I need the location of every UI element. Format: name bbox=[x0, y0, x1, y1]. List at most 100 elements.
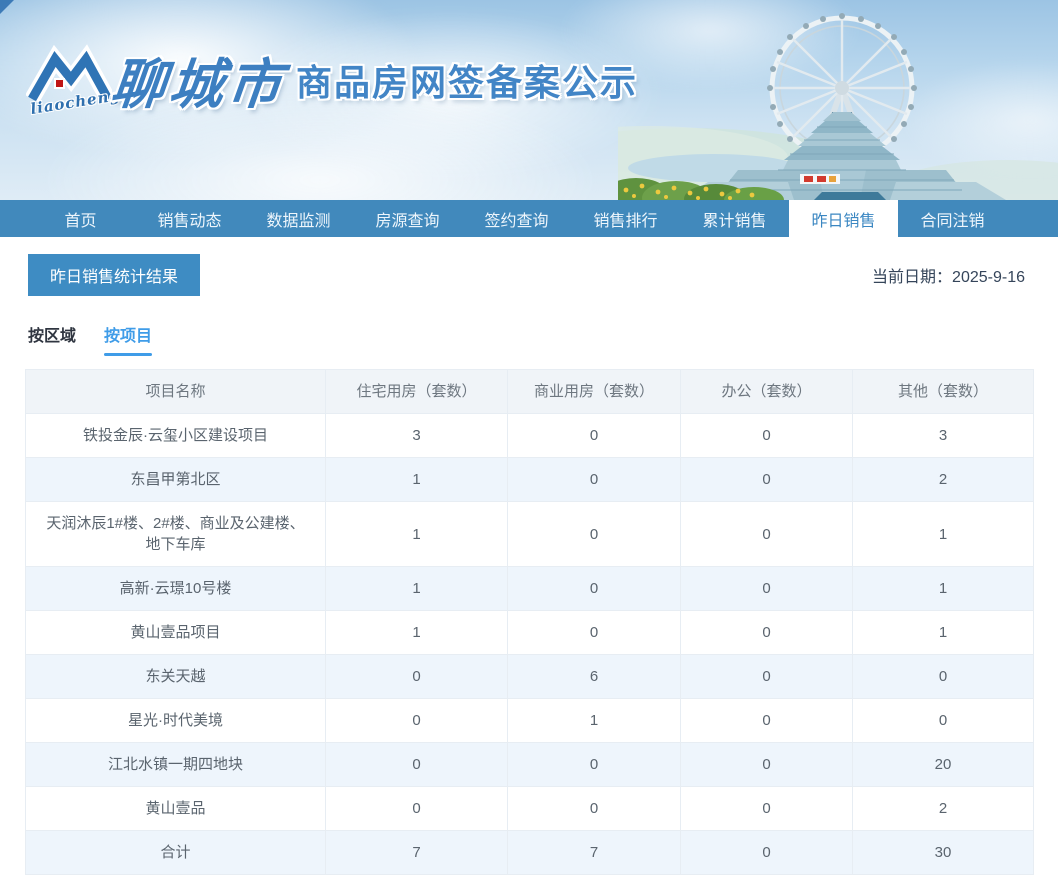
project-name-cell: 铁投金辰·云玺小区建设项目 bbox=[25, 413, 326, 458]
value-cell: 0 bbox=[680, 501, 853, 567]
nav-item-3[interactable]: 房源查询 bbox=[353, 200, 462, 237]
nav-item-1[interactable]: 销售动态 bbox=[135, 200, 244, 237]
value-cell: 0 bbox=[680, 830, 853, 875]
column-header: 住宅用房（套数） bbox=[325, 369, 508, 414]
yesterday-sales-result-button[interactable]: 昨日销售统计结果 bbox=[28, 254, 201, 296]
table-row: 星光·时代美境 0 1 0 0 bbox=[25, 698, 1034, 743]
value-cell: 0 bbox=[507, 742, 681, 787]
table-row: 天润沐辰1#楼、2#楼、商业及公建楼、地下车库 1 0 0 1 bbox=[25, 501, 1034, 567]
table-row: 铁投金辰·云玺小区建设项目 3 0 0 3 bbox=[25, 413, 1034, 458]
value-cell: 0 bbox=[507, 566, 681, 611]
nav-item-0[interactable]: 首页 bbox=[26, 200, 135, 237]
value-cell: 7 bbox=[507, 830, 681, 875]
site-brand: liaocheng 聊城市 商品房网签备案公示 bbox=[25, 40, 639, 119]
value-cell: 0 bbox=[507, 413, 681, 458]
cityscape-illustration bbox=[618, 13, 1058, 200]
value-cell: 3 bbox=[325, 413, 508, 458]
value-cell: 1 bbox=[852, 566, 1034, 611]
value-cell: 0 bbox=[852, 698, 1034, 743]
table-row: 东昌甲第北区 1 0 0 2 bbox=[25, 457, 1034, 502]
nav-item-label: 累计销售 bbox=[702, 212, 767, 230]
column-header: 商业用房（套数） bbox=[507, 369, 681, 414]
project-name-cell: 东昌甲第北区 bbox=[25, 457, 326, 502]
value-cell: 0 bbox=[507, 610, 681, 655]
value-cell: 0 bbox=[325, 654, 508, 699]
value-cell: 30 bbox=[852, 830, 1034, 875]
sales-table: 项目名称 住宅用房（套数） 商业用房（套数） 办公（套数） 其他（套数） 铁投金辰·云玺… bbox=[25, 369, 1034, 875]
value-cell: 1 bbox=[852, 610, 1034, 655]
value-cell: 0 bbox=[680, 457, 853, 502]
tab-by-project[interactable]: 按项目 bbox=[104, 322, 153, 356]
corner-accent bbox=[0, 0, 14, 14]
table-total-row: 合计 7 7 0 30 bbox=[25, 830, 1034, 875]
column-header: 项目名称 bbox=[25, 369, 326, 414]
table-row: 东关天越 0 6 0 0 bbox=[25, 654, 1034, 699]
page-title: 商品房网签备案公示 bbox=[296, 61, 639, 103]
value-cell: 1 bbox=[325, 501, 508, 567]
main-nav: 首页 销售动态 数据监测 房源查询 签约查询 销售排行 累计销售 昨日销售 合同注销 bbox=[0, 200, 1058, 237]
nav-item-6[interactable]: 累计销售 bbox=[680, 200, 789, 237]
tab-by-region[interactable]: 按区域 bbox=[28, 322, 76, 356]
value-cell: 1 bbox=[325, 566, 508, 611]
project-name-cell: 高新·云璟10号楼 bbox=[25, 566, 326, 611]
table-row: 黄山壹品项目 1 0 0 1 bbox=[25, 610, 1034, 655]
nav-item-label: 销售排行 bbox=[593, 212, 658, 230]
value-cell: 3 bbox=[852, 413, 1034, 458]
column-header: 办公（套数） bbox=[680, 369, 853, 414]
value-cell: 20 bbox=[852, 742, 1034, 787]
value-cell: 7 bbox=[325, 830, 508, 875]
value-cell: 2 bbox=[852, 457, 1034, 502]
table-row: 黄山壹品 0 0 0 2 bbox=[25, 786, 1034, 831]
value-cell: 0 bbox=[325, 698, 508, 743]
value-cell: 1 bbox=[325, 457, 508, 502]
value-cell: 0 bbox=[680, 698, 853, 743]
value-cell: 0 bbox=[680, 742, 853, 787]
nav-item-label: 房源查询 bbox=[375, 212, 440, 230]
value-cell: 1 bbox=[507, 698, 681, 743]
value-cell: 0 bbox=[507, 501, 681, 567]
value-cell: 0 bbox=[680, 654, 853, 699]
table-header-row: 项目名称 住宅用房（套数） 商业用房（套数） 办公（套数） 其他（套数） bbox=[25, 369, 1034, 414]
project-name-cell: 东关天越 bbox=[25, 654, 326, 699]
value-cell: 0 bbox=[507, 457, 681, 502]
view-tabs: 按区域 按项目 bbox=[28, 322, 1033, 356]
nav-item-label: 销售动态 bbox=[157, 212, 222, 230]
nav-item-label: 昨日销售 bbox=[811, 212, 876, 230]
current-date-label: 当前日期： bbox=[872, 269, 953, 286]
value-cell: 0 bbox=[680, 610, 853, 655]
liaocheng-logo: liaocheng bbox=[25, 41, 122, 119]
column-header: 其他（套数） bbox=[852, 369, 1034, 414]
toolbar: 昨日销售统计结果 当前日期：2025-9-16 bbox=[25, 254, 1033, 296]
project-name-cell: 天润沐辰1#楼、2#楼、商业及公建楼、地下车库 bbox=[25, 501, 326, 567]
nav-item-label: 签约查询 bbox=[484, 212, 549, 230]
value-cell: 6 bbox=[507, 654, 681, 699]
value-cell: 2 bbox=[852, 786, 1034, 831]
value-cell: 0 bbox=[680, 566, 853, 611]
main-content: 昨日销售统计结果 当前日期：2025-9-16 按区域 按项目 项目名称 住宅用房… bbox=[0, 237, 1058, 875]
project-name-cell: 黄山壹品 bbox=[25, 786, 326, 831]
value-cell: 1 bbox=[852, 501, 1034, 567]
project-name-cell: 合计 bbox=[25, 830, 326, 875]
project-name-cell: 黄山壹品项目 bbox=[25, 610, 326, 655]
nav-item-label: 首页 bbox=[64, 212, 97, 230]
nav-item-label: 数据监测 bbox=[266, 212, 331, 230]
nav-item-5[interactable]: 销售排行 bbox=[571, 200, 680, 237]
nav-item-7[interactable]: 昨日销售 bbox=[789, 200, 898, 237]
current-date: 当前日期：2025-9-16 bbox=[872, 263, 1025, 287]
value-cell: 0 bbox=[680, 786, 853, 831]
value-cell: 0 bbox=[680, 413, 853, 458]
nav-item-label: 合同注销 bbox=[920, 212, 985, 230]
city-name: 聊城市 bbox=[108, 52, 289, 116]
table-row: 江北水镇一期四地块 0 0 0 20 bbox=[25, 742, 1034, 787]
nav-item-8[interactable]: 合同注销 bbox=[898, 200, 1007, 237]
current-date-value: 2025-9-16 bbox=[952, 269, 1025, 286]
table-body: 铁投金辰·云玺小区建设项目 3 0 0 3 东昌甲第北区 1 0 0 2 天润沐辰1#楼、2#楼、商… bbox=[25, 413, 1034, 875]
value-cell: 0 bbox=[507, 786, 681, 831]
table-row: 高新·云璟10号楼 1 0 0 1 bbox=[25, 566, 1034, 611]
nav-item-2[interactable]: 数据监测 bbox=[244, 200, 353, 237]
value-cell: 1 bbox=[325, 610, 508, 655]
project-name-cell: 星光·时代美境 bbox=[25, 698, 326, 743]
value-cell: 0 bbox=[325, 742, 508, 787]
nav-item-4[interactable]: 签约查询 bbox=[462, 200, 571, 237]
site-banner: liaocheng 聊城市 商品房网签备案公示 bbox=[0, 0, 1058, 200]
